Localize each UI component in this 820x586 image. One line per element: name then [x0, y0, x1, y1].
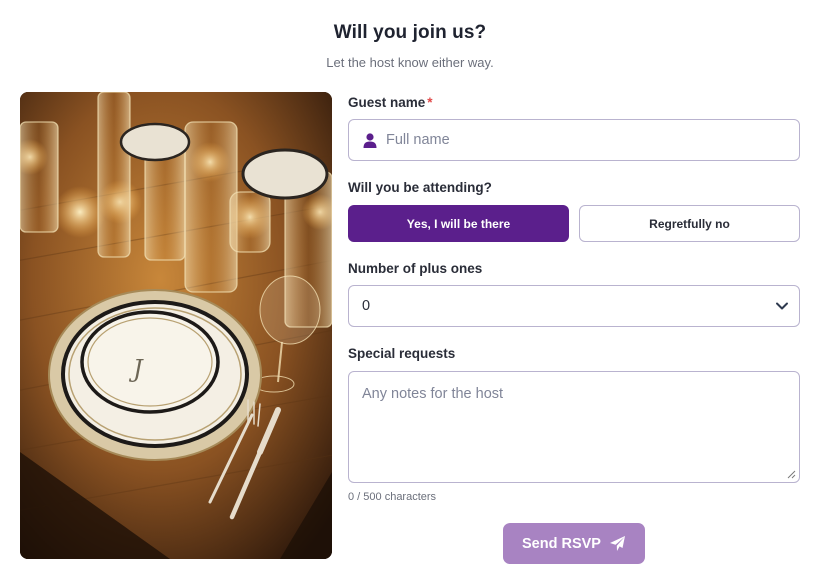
chevron-down-icon [776, 302, 788, 310]
page-subtitle: Let the host know either way. [326, 55, 494, 70]
guest-name-label: Guest name * [348, 95, 433, 110]
special-requests-placeholder: Any notes for the host [362, 386, 504, 402]
guest-name-input[interactable]: Full name [348, 119, 800, 161]
form-header: Will you join us? Let the host know eith… [0, 22, 820, 70]
resize-grip-icon[interactable] [786, 469, 796, 479]
guest-name-label-text: Guest name [348, 95, 426, 110]
person-icon [363, 133, 377, 148]
special-requests-label: Special requests [348, 346, 456, 361]
plus-ones-value: 0 [362, 298, 371, 314]
plus-ones-select[interactable]: 0 [348, 285, 800, 327]
attending-label: Will you be attending? [348, 180, 492, 195]
character-counter: 0 / 500 characters [348, 491, 437, 503]
send-rsvp-button[interactable]: Send RSVP [503, 523, 645, 564]
special-requests-textarea[interactable]: Any notes for the host [348, 371, 800, 483]
paper-plane-icon [609, 536, 625, 551]
required-marker: * [427, 95, 433, 110]
table-setting-photo: J [20, 92, 332, 559]
attending-no-button[interactable]: Regretfully no [579, 205, 800, 242]
plus-ones-label: Number of plus ones [348, 261, 483, 276]
attending-yes-button[interactable]: Yes, I will be there [348, 205, 569, 242]
page-title: Will you join us? [333, 22, 487, 43]
send-rsvp-label: Send RSVP [522, 535, 601, 552]
guest-name-placeholder: Full name [386, 132, 450, 148]
